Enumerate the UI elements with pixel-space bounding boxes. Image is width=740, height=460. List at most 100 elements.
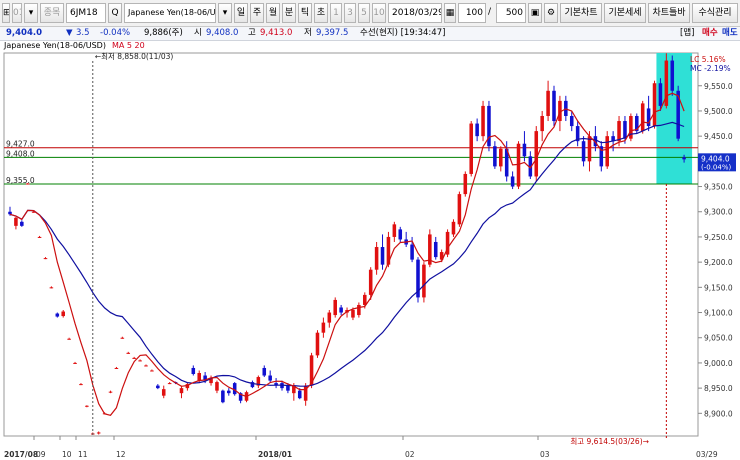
candle-body: [144, 365, 148, 367]
candle-body: [227, 390, 231, 394]
lock-icon[interactable]: ▣: [528, 3, 542, 23]
y-tick-label: 9,150.0: [704, 283, 733, 292]
sell-button[interactable]: 매도: [722, 27, 738, 40]
basic-chart-button[interactable]: 기본차트: [560, 3, 602, 23]
plot-frame: [3, 52, 699, 437]
candle-body: [20, 221, 24, 226]
y-tick-label: 9,500.0: [704, 107, 733, 116]
candle-body: [540, 115, 544, 132]
candle-body: [73, 362, 77, 364]
map-tag[interactable]: [맵]: [680, 27, 694, 40]
candle-body: [85, 405, 89, 407]
high-value: 9,413.0: [260, 28, 293, 38]
x-tick-label: 09: [36, 450, 46, 459]
period-minute[interactable]: 분: [282, 3, 296, 23]
candle-body: [422, 264, 426, 298]
num-3-button[interactable]: 3: [344, 3, 356, 23]
item-search-button[interactable]: 종목: [40, 3, 64, 23]
period-tick[interactable]: 틱: [298, 3, 312, 23]
candle-body: [161, 389, 166, 396]
volume: 9,886(주): [144, 28, 183, 38]
candle-body: [297, 390, 302, 399]
num-1-button[interactable]: 1: [330, 3, 342, 23]
candle-body: [339, 307, 343, 313]
change-value: 3.5: [76, 28, 90, 38]
y-tick-label: 9,450.0: [704, 132, 733, 141]
candle-body: [463, 173, 468, 195]
candle-body: [552, 90, 556, 122]
candle-body: [457, 194, 462, 225]
last-price-value: 9,404.0: [701, 154, 730, 163]
selection-highlight: [656, 53, 693, 185]
candle-body: [167, 383, 172, 385]
candle-body: [49, 287, 54, 289]
y-tick-label: 9,250.0: [704, 233, 733, 242]
settings-icon[interactable]: ⚙: [544, 3, 558, 23]
x-tick-label: 10: [62, 450, 72, 459]
candle-body: [120, 337, 125, 339]
candle-body: [670, 60, 675, 91]
low-annotation: ←최저 8,858.0(11/03): [95, 51, 174, 61]
candle-body: [232, 383, 237, 395]
frame-button[interactable]: 차트틀바: [648, 3, 690, 23]
buy-button[interactable]: 매수: [702, 27, 718, 40]
candle-body: [587, 136, 592, 162]
candle-body: [197, 373, 201, 381]
dropdown-icon[interactable]: ▾: [218, 3, 232, 23]
candle-body: [640, 103, 645, 132]
candle-body: [43, 258, 48, 260]
num-10-button[interactable]: 10: [372, 3, 386, 23]
candle-body: [191, 367, 196, 375]
open-value: 9,408.0: [206, 28, 239, 38]
candle-body: [451, 221, 456, 235]
basic-set-button[interactable]: 기본세세: [604, 3, 646, 23]
period-week[interactable]: 주: [250, 3, 264, 23]
period-day[interactable]: 일: [234, 3, 248, 23]
date-input[interactable]: 2018/03/29: [388, 3, 442, 23]
pin-icon[interactable]: ⊞: [2, 3, 10, 23]
x-tick-label: 02: [405, 450, 415, 459]
candle-body: [138, 360, 142, 362]
num-5-button[interactable]: 5: [358, 3, 370, 23]
y-tick-label: 9,550.0: [704, 82, 733, 91]
candle-body: [351, 310, 355, 318]
calendar-icon[interactable]: ▦: [444, 3, 456, 23]
count-input[interactable]: 500: [496, 3, 526, 23]
candle-body: [61, 311, 65, 317]
y-tick-label: 9,100.0: [704, 309, 733, 318]
ma-legend: MA 5 20: [112, 41, 145, 50]
formula-button[interactable]: 수식관리: [692, 3, 738, 23]
candle-body: [37, 236, 42, 238]
arrow-down-icon[interactable]: ▾: [24, 3, 38, 23]
candle-body: [682, 157, 686, 160]
candle-body: [475, 123, 479, 137]
legend-lc: LC 5.16%: [690, 55, 726, 64]
x-tick-label: 03/29: [696, 450, 718, 459]
candle-body: [79, 384, 83, 386]
series-title: Japanese Yen(18-06/USD): [4, 41, 106, 50]
y-tick-label: 9,200.0: [704, 258, 733, 267]
last-price-change: (-0.04%): [701, 163, 731, 171]
tab-0100[interactable]: 0100: [12, 3, 22, 23]
search-icon[interactable]: Q: [108, 3, 122, 23]
candle-body: [522, 143, 527, 157]
candle-body: [268, 375, 272, 381]
period-month[interactable]: 월: [266, 3, 280, 23]
toolbar: ⊞ 0100 ▾ 종목 6JM18 Q Japanese Yen(18-06/U…: [0, 0, 740, 27]
zoom-input[interactable]: 100: [458, 3, 486, 23]
candle-body: [108, 391, 113, 393]
candle-body: [481, 105, 485, 137]
candle-body: [132, 357, 136, 359]
candle-body: [67, 338, 71, 340]
candle-body: [55, 313, 60, 317]
y-tick-label: 9,350.0: [704, 183, 733, 192]
period-second[interactable]: 초: [314, 3, 328, 23]
y-tick-label: 8,900.0: [704, 409, 733, 418]
candle-body: [652, 83, 657, 127]
candle-body: [398, 229, 403, 240]
code-input[interactable]: 6JM18: [66, 3, 106, 23]
price-chart[interactable]: 9,550.09,500.09,450.09,400.09,350.09,300…: [0, 51, 740, 460]
candle-body: [469, 123, 473, 174]
candle-body: [433, 241, 438, 258]
candle-body: [493, 146, 497, 167]
